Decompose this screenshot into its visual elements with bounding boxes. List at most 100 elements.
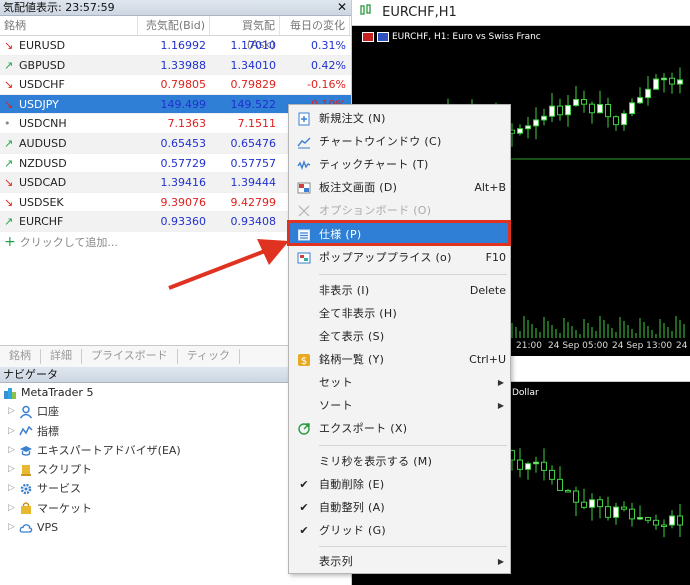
candle-body	[549, 105, 555, 117]
arrow-down-icon: ↘	[4, 176, 14, 190]
tab-symbols[interactable]: 銘柄	[0, 349, 41, 364]
time-axis-label: 24 Sep 05:00	[548, 341, 609, 351]
menu-item-popup-prices[interactable]: ポップアッププライス (o) F10	[289, 246, 510, 269]
expand-icon[interactable]: ▷	[8, 460, 18, 479]
bid-cell: 9.39076	[160, 195, 207, 209]
bid-cell: 7.1363	[167, 117, 207, 131]
candle-body	[589, 499, 595, 508]
checkmark-icon: ✔	[299, 524, 309, 537]
menu-item-symbols[interactable]: $ 銘柄一覧 (Y) Ctrl+U	[289, 348, 510, 371]
candle-body	[613, 506, 619, 518]
candle-body	[533, 119, 539, 127]
menu-item-export[interactable]: エクスポート (X)	[289, 417, 510, 440]
menu-item-columns[interactable]: 表示列 ▶	[289, 550, 510, 573]
candle-body	[637, 97, 643, 104]
column-header-change[interactable]: 毎日の変化	[280, 16, 350, 35]
expand-icon[interactable]: ▷	[8, 402, 18, 421]
chart-window-icon	[296, 134, 312, 149]
time-axis-label: 21:00	[516, 341, 542, 351]
symbol-cell: ↗ GBPUSD	[0, 56, 138, 75]
candle-body	[589, 103, 595, 114]
arrow-up-icon: ↗	[4, 156, 14, 170]
menu-item-label: 全て非表示 (H)	[319, 307, 398, 320]
new-order-icon	[296, 111, 312, 126]
arrow-up-icon: ↗	[4, 136, 14, 150]
bid-cell: 1.33988	[160, 58, 207, 72]
menu-item-auto-remove[interactable]: ✔ 自動削除 (E)	[289, 473, 510, 496]
menu-item-shortcut: Ctrl+U	[469, 353, 506, 366]
tab-ticks[interactable]: ティック	[178, 349, 241, 364]
candle-body	[645, 88, 651, 99]
candle-body	[557, 105, 563, 116]
menu-item-new-order[interactable]: 新規注文 (N)	[289, 107, 510, 130]
bid-cell: 0.65453	[160, 136, 207, 150]
candle-body	[581, 501, 587, 508]
close-icon[interactable]: ✕	[337, 0, 347, 15]
symbol-name: AUDUSD	[19, 136, 67, 150]
candle-body	[669, 515, 675, 526]
chart-flag-icon	[377, 32, 389, 42]
symbol-cell: • USDCNH	[0, 114, 138, 133]
popup-prices-icon	[296, 250, 312, 265]
candle-body	[605, 103, 611, 118]
expand-icon[interactable]: ▷	[8, 479, 18, 498]
expand-icon[interactable]: ▷	[8, 422, 18, 441]
table-row[interactable]: ↘ EURUSD 1.16992 1.17010 0.31%	[0, 36, 351, 56]
menu-item-chart-window[interactable]: チャートウインドウ (C)	[289, 130, 510, 153]
option-board-icon	[296, 203, 312, 218]
menu-item-depth-of-market[interactable]: 板注文画面 (D) Alt+B	[289, 176, 510, 199]
menu-item-grid[interactable]: ✔ グリッド (G)	[289, 519, 510, 542]
column-header-symbol[interactable]: 銘柄	[0, 16, 138, 35]
expand-icon[interactable]: ▷	[8, 499, 18, 518]
bid-cell: 1.16992	[160, 39, 207, 52]
tab-price-board[interactable]: プライスボード	[82, 349, 178, 364]
navigator-item-label: スクリプト	[37, 463, 92, 477]
add-symbol-label: クリックして追加...	[19, 235, 118, 249]
menu-item-label: 表示列	[319, 555, 353, 568]
table-row[interactable]: ↗ GBPUSD 1.33988 1.34010 0.42%	[0, 55, 351, 76]
candle-body	[621, 113, 627, 126]
bid-cell: 0.57729	[160, 156, 207, 170]
symbol-name: GBPUSD	[19, 58, 66, 72]
symbol-name: NZDUSD	[19, 156, 67, 170]
expand-icon[interactable]: ▷	[8, 441, 18, 460]
ask-cell: 9.42799	[230, 195, 277, 209]
column-header-ask[interactable]: 買気配(Ask)	[210, 16, 280, 51]
bid-cell: 0.93360	[160, 215, 207, 229]
bid-cell: 1.39416	[160, 176, 207, 190]
menu-item-label: 自動削除 (E)	[319, 478, 385, 491]
menu-item-show-milliseconds[interactable]: ミリ秒を表示する (M)	[289, 450, 510, 473]
ask-cell: 7.1511	[237, 117, 277, 131]
metatrader-icon	[2, 386, 18, 400]
menu-item-label: オプションボード (O)	[319, 204, 432, 217]
chart-window-title-bar[interactable]: EURCHF,H1	[352, 0, 690, 26]
menu-item-hide[interactable]: 非表示 (I) Delete	[289, 279, 510, 302]
chart-window-title: EURCHF,H1	[382, 5, 457, 20]
table-row[interactable]: ↘ USDCHF 0.79805 0.79829 -0.16%	[0, 75, 351, 95]
arrow-down-icon: ↘	[4, 78, 14, 92]
menu-item-tick-chart[interactable]: ティックチャート (T)	[289, 153, 510, 176]
navigator-item-label: VPS	[37, 521, 59, 535]
menu-item-label: ポップアッププライス (o)	[319, 251, 452, 264]
navigator-title: ナビゲータ	[3, 368, 58, 381]
tab-details[interactable]: 詳細	[41, 349, 82, 364]
menu-item-hide-all[interactable]: 全て非表示 (H)	[289, 302, 510, 325]
menu-item-sort[interactable]: ソート ▶	[289, 394, 510, 417]
candle-body	[661, 77, 667, 81]
ask-cell: 149.522	[230, 97, 277, 111]
candle-body	[661, 524, 667, 527]
expand-icon[interactable]: ▷	[8, 518, 18, 537]
symbol-cell: ↘ USDCHF	[0, 75, 138, 94]
symbol-name: EURCHF	[19, 215, 64, 229]
candle-body	[613, 116, 619, 126]
menu-item-auto-arrange[interactable]: ✔ 自動整列 (A)	[289, 496, 510, 519]
menu-item-show-all[interactable]: 全て表示 (S)	[289, 325, 510, 348]
symbol-cell: ↘ EURUSD	[0, 36, 138, 55]
bid-cell: 0.79805	[160, 78, 207, 92]
candle-body	[541, 461, 547, 471]
column-header-bid[interactable]: 売気配(Bid)	[138, 16, 210, 35]
candle-body	[629, 102, 635, 115]
menu-item-sets[interactable]: セット ▶	[289, 371, 510, 394]
candle-body	[581, 99, 587, 105]
market-watch-title-bar[interactable]: 気配値表示: 23:57:59 ✕	[0, 0, 351, 16]
